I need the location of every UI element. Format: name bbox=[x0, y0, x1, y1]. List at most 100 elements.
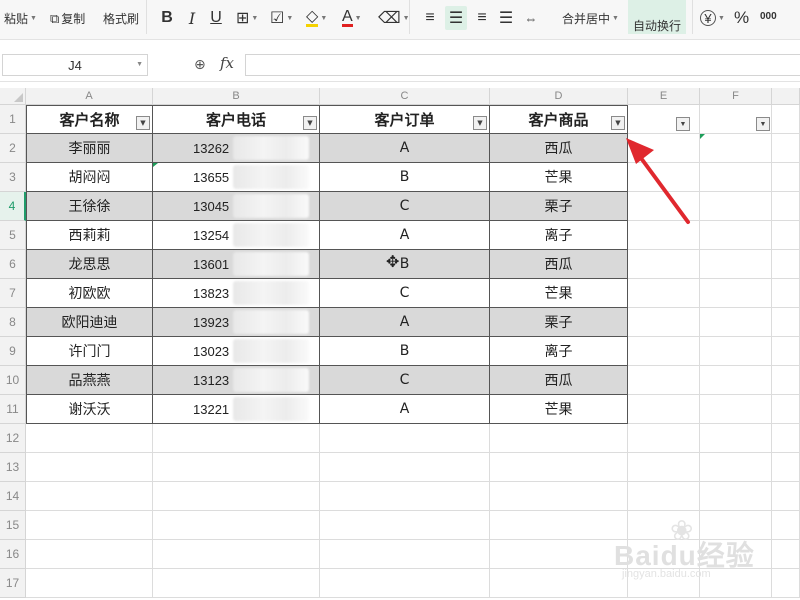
grid-cell[interactable] bbox=[772, 192, 800, 221]
grid-cell[interactable] bbox=[490, 482, 628, 511]
underline-button[interactable]: U bbox=[207, 8, 225, 28]
row-header[interactable]: 16 bbox=[0, 540, 26, 569]
grid-cell[interactable] bbox=[772, 569, 800, 598]
grid-cell[interactable] bbox=[700, 250, 772, 279]
row-header[interactable]: 14 bbox=[0, 482, 26, 511]
table-cell-order[interactable]: A bbox=[320, 221, 490, 250]
grid-cell[interactable] bbox=[628, 569, 700, 598]
grid-cell[interactable] bbox=[628, 453, 700, 482]
grid-cell[interactable] bbox=[490, 540, 628, 569]
grid-cell[interactable] bbox=[700, 453, 772, 482]
table-cell-name[interactable]: 李丽丽 bbox=[26, 134, 153, 163]
table-cell-name[interactable]: 谢沃沃 bbox=[26, 395, 153, 424]
table-header-cell[interactable]: 客户名称 ▼ bbox=[26, 105, 153, 134]
table-cell-order[interactable]: C bbox=[320, 366, 490, 395]
clear-button[interactable]: ⌫ ▼ bbox=[378, 8, 410, 28]
grid-cell[interactable] bbox=[772, 482, 800, 511]
row-header[interactable]: 3 bbox=[0, 163, 26, 192]
grid-cell[interactable] bbox=[628, 540, 700, 569]
grid-cell[interactable] bbox=[772, 337, 800, 366]
select-all-corner[interactable] bbox=[0, 88, 26, 105]
table-cell-order[interactable]: A bbox=[320, 308, 490, 337]
font-color-button[interactable]: A ▼ bbox=[342, 8, 362, 28]
grid-cell[interactable] bbox=[700, 511, 772, 540]
table-cell-product[interactable]: 栗子 bbox=[490, 308, 628, 337]
grid-cell[interactable] bbox=[628, 511, 700, 540]
row-header[interactable]: 11 bbox=[0, 395, 26, 424]
table-cell-product[interactable]: 芒果 bbox=[490, 163, 628, 192]
table-cell-order[interactable]: A bbox=[320, 134, 490, 163]
grid-cell[interactable] bbox=[153, 453, 320, 482]
grid-cell[interactable] bbox=[320, 511, 490, 540]
align-right-button[interactable]: ≡ bbox=[472, 8, 492, 28]
table-cell-phone[interactable]: 13254 bbox=[153, 221, 320, 250]
table-cell-order[interactable]: B bbox=[320, 163, 490, 192]
column-header[interactable]: F bbox=[700, 88, 772, 105]
grid-cell[interactable] bbox=[700, 482, 772, 511]
column-header[interactable]: C bbox=[320, 88, 490, 105]
table-cell-product[interactable]: 芒果 bbox=[490, 279, 628, 308]
grid-cell[interactable] bbox=[772, 105, 800, 134]
grid-cell[interactable] bbox=[772, 366, 800, 395]
grid-cell[interactable] bbox=[700, 395, 772, 424]
table-header-cell[interactable]: 客户订单 ▼ bbox=[320, 105, 490, 134]
fill-color-button[interactable]: ◇ ▼ bbox=[306, 8, 327, 28]
grid-cell[interactable] bbox=[628, 308, 700, 337]
table-cell-phone[interactable]: 13262 bbox=[153, 134, 320, 163]
grid-cell[interactable] bbox=[26, 453, 153, 482]
table-cell-product[interactable]: 离子 bbox=[490, 337, 628, 366]
currency-button[interactable]: ¥ ▼ bbox=[700, 8, 725, 28]
format-painter-button[interactable]: 格式刷 bbox=[103, 10, 139, 27]
grid-cell[interactable] bbox=[628, 337, 700, 366]
filter-dropdown-button[interactable]: ▼ bbox=[756, 117, 770, 131]
row-header[interactable]: 4 bbox=[0, 192, 26, 221]
grid-cell[interactable] bbox=[700, 134, 772, 163]
table-cell-phone[interactable]: 13923 bbox=[153, 308, 320, 337]
filter-dropdown-button[interactable]: ▼ bbox=[676, 117, 690, 131]
grid-cell[interactable] bbox=[490, 424, 628, 453]
grid-cell[interactable] bbox=[700, 221, 772, 250]
row-header[interactable]: 8 bbox=[0, 308, 26, 337]
grid-cell[interactable] bbox=[772, 308, 800, 337]
grid-cell[interactable] bbox=[700, 540, 772, 569]
grid-cell[interactable] bbox=[26, 424, 153, 453]
table-cell-order[interactable]: C bbox=[320, 192, 490, 221]
table-cell-product[interactable]: 芒果 bbox=[490, 395, 628, 424]
table-cell-name[interactable]: 欧阳迪迪 bbox=[26, 308, 153, 337]
table-header-cell[interactable]: 客户商品 ▼ bbox=[490, 105, 628, 134]
copy-button[interactable]: ⧉ 复制 bbox=[50, 10, 85, 27]
grid-cell[interactable] bbox=[153, 511, 320, 540]
percent-button[interactable]: % bbox=[734, 8, 749, 28]
grid-cell[interactable] bbox=[153, 482, 320, 511]
grid-cell[interactable] bbox=[772, 134, 800, 163]
table-cell-phone[interactable]: 13023 bbox=[153, 337, 320, 366]
grid-cell[interactable] bbox=[628, 395, 700, 424]
filter-dropdown-button[interactable]: ▼ bbox=[611, 116, 625, 130]
cell-style-button[interactable]: ☑ ▼ bbox=[270, 8, 293, 28]
table-cell-name[interactable]: 王徐徐 bbox=[26, 192, 153, 221]
row-header[interactable]: 13 bbox=[0, 453, 26, 482]
column-header[interactable]: E bbox=[628, 88, 700, 105]
table-cell-product[interactable]: 西瓜 bbox=[490, 134, 628, 163]
merge-center-button[interactable]: 合并居中 ▼ bbox=[562, 10, 619, 27]
grid-cell[interactable] bbox=[628, 279, 700, 308]
grid-cell[interactable] bbox=[26, 511, 153, 540]
table-cell-order[interactable]: B bbox=[320, 337, 490, 366]
row-header[interactable]: 7 bbox=[0, 279, 26, 308]
table-cell-order[interactable]: B bbox=[320, 250, 490, 279]
grid-cell[interactable] bbox=[26, 569, 153, 598]
grid-cell[interactable] bbox=[772, 395, 800, 424]
filter-dropdown-button[interactable]: ▼ bbox=[303, 116, 317, 130]
grid-cell[interactable] bbox=[490, 569, 628, 598]
grid-cell[interactable] bbox=[26, 482, 153, 511]
grid-cell[interactable] bbox=[700, 279, 772, 308]
row-header[interactable]: 17 bbox=[0, 569, 26, 598]
grid-cell[interactable] bbox=[490, 453, 628, 482]
grid-cell[interactable] bbox=[628, 366, 700, 395]
row-header[interactable]: 5 bbox=[0, 221, 26, 250]
grid-cell[interactable] bbox=[320, 482, 490, 511]
grid-cell[interactable] bbox=[153, 424, 320, 453]
column-header[interactable]: A bbox=[26, 88, 153, 105]
grid-cell[interactable] bbox=[700, 366, 772, 395]
grid-cell[interactable] bbox=[628, 482, 700, 511]
